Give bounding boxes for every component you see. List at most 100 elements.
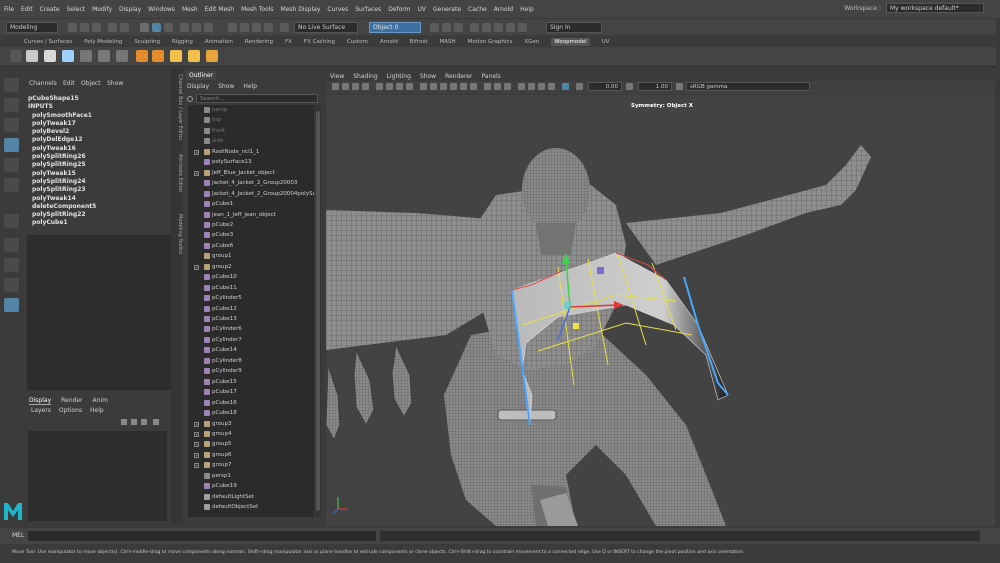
outliner-row[interactable]: pCylinder8 bbox=[188, 356, 314, 366]
snap-curve-icon[interactable] bbox=[192, 23, 201, 32]
extrude-icon[interactable] bbox=[116, 50, 128, 62]
new-layer-selected-icon[interactable] bbox=[131, 419, 137, 425]
outliner-row[interactable]: pCylinder9 bbox=[188, 366, 314, 376]
tab-attribute-editor[interactable]: Attribute Editor bbox=[171, 154, 183, 192]
paint-select-tool-icon[interactable] bbox=[4, 118, 19, 132]
shelf-tab-arnold[interactable]: Arnold bbox=[380, 39, 398, 45]
redo-icon[interactable] bbox=[120, 23, 129, 32]
menu-curves[interactable]: Curves bbox=[327, 6, 348, 13]
channel-box-node[interactable]: INPUTS bbox=[28, 103, 171, 111]
outliner-row[interactable]: pCube3 bbox=[188, 230, 314, 240]
menu-uv[interactable]: UV bbox=[418, 6, 427, 13]
light-icon[interactable] bbox=[494, 23, 503, 32]
workspace-dropdown[interactable]: My workspace default* bbox=[886, 3, 984, 13]
menu-edit[interactable]: Edit bbox=[21, 6, 33, 13]
outliner-row[interactable]: persp bbox=[188, 105, 314, 115]
gate-mask-icon[interactable] bbox=[406, 83, 413, 90]
tab-channel-box[interactable]: Channel Box / Layer Editor bbox=[171, 74, 183, 141]
channel-box-node[interactable]: polyBevel2 bbox=[28, 128, 171, 136]
sign-in-dropdown[interactable]: Sign In bbox=[546, 22, 602, 33]
outliner-title[interactable]: Outliner bbox=[186, 71, 217, 80]
outliner-row[interactable]: pCube11 bbox=[188, 283, 314, 293]
layer-down-icon[interactable] bbox=[153, 419, 159, 425]
channel-box-node[interactable]: polySplitRing22 bbox=[28, 211, 171, 219]
channel-box-node[interactable]: polyTweak15 bbox=[28, 170, 171, 178]
shelf-tab-fx-caching[interactable]: FX Caching bbox=[304, 39, 335, 45]
edit-menu[interactable]: Edit bbox=[63, 80, 75, 87]
image-plane-icon[interactable] bbox=[362, 83, 369, 90]
bookmark-icon[interactable] bbox=[352, 83, 359, 90]
channel-box-node[interactable]: deleteComponent5 bbox=[28, 203, 171, 211]
render-settings-icon[interactable] bbox=[252, 23, 261, 32]
view-transform-dropdown[interactable]: sRGB gamma bbox=[686, 82, 810, 91]
menu-modify[interactable]: Modify bbox=[92, 6, 112, 13]
lights-icon[interactable] bbox=[460, 83, 467, 90]
smooth-icon[interactable] bbox=[136, 50, 148, 62]
channel-box-node[interactable]: polyDelEdge12 bbox=[28, 136, 171, 144]
outliner-row[interactable]: pCube13 bbox=[188, 314, 314, 324]
bevel-icon[interactable] bbox=[80, 50, 92, 62]
outliner-row[interactable]: pCylinder7 bbox=[188, 335, 314, 345]
layers-menu[interactable]: Layers bbox=[31, 407, 51, 414]
wireframe-icon[interactable] bbox=[420, 83, 427, 90]
shelf-settings-icon[interactable] bbox=[10, 50, 22, 62]
anti-aliasing-icon[interactable] bbox=[504, 83, 511, 90]
object-name-field[interactable]: Object 0 bbox=[369, 22, 421, 33]
exposure-icon[interactable] bbox=[576, 83, 583, 90]
menu-help[interactable]: Help bbox=[520, 6, 534, 13]
last-tool-icon[interactable] bbox=[4, 214, 19, 228]
camera-select-icon[interactable] bbox=[332, 83, 339, 90]
outliner-row[interactable]: Jacket_4_Jacket_2_Group20004polySur bbox=[188, 189, 314, 199]
select-hierarchy-icon[interactable] bbox=[140, 23, 149, 32]
character-mesh[interactable] bbox=[326, 145, 871, 526]
cube-primitive-icon[interactable] bbox=[188, 50, 200, 62]
outliner-row[interactable]: pCube14 bbox=[188, 345, 314, 355]
outliner-row[interactable]: + RootNode_ncl1_1 bbox=[188, 147, 314, 157]
display-icon[interactable] bbox=[430, 23, 439, 32]
hypershade-icon[interactable] bbox=[264, 23, 273, 32]
outliner-row[interactable]: + group7 bbox=[188, 460, 314, 470]
shelf-tab-sculpting[interactable]: Sculpting bbox=[134, 39, 160, 45]
channel-box-node[interactable]: polySmoothFace1 bbox=[28, 112, 171, 120]
outliner-row[interactable]: pCube15 bbox=[188, 377, 314, 387]
cube-box-icon[interactable] bbox=[206, 50, 218, 62]
outliner-row[interactable]: defaultObjectSet bbox=[188, 502, 314, 512]
snap-grid-icon[interactable] bbox=[180, 23, 189, 32]
grid-toggle-icon[interactable] bbox=[376, 83, 383, 90]
gamma-field[interactable]: 1.00 bbox=[638, 82, 672, 91]
channel-box-node[interactable]: polyCube1 bbox=[28, 219, 171, 227]
expand-icon[interactable]: + bbox=[194, 149, 199, 155]
shelf-tab-rigging[interactable]: Rigging bbox=[172, 39, 193, 45]
menu-file[interactable]: File bbox=[4, 6, 14, 13]
isolate-select-icon[interactable] bbox=[518, 83, 525, 90]
render-icon[interactable] bbox=[228, 23, 237, 32]
expand-icon[interactable]: + bbox=[194, 442, 199, 448]
mode-dropdown[interactable]: Modeling bbox=[6, 22, 58, 33]
outliner-row[interactable]: jean_1_Jeff_jean_object bbox=[188, 210, 314, 220]
menu-windows[interactable]: Windows bbox=[148, 6, 175, 13]
outliner-row[interactable]: pCube2 bbox=[188, 220, 314, 230]
outliner-row[interactable]: + group6 bbox=[188, 450, 314, 460]
view-menu[interactable]: View bbox=[330, 73, 344, 80]
outliner-display-menu[interactable]: Display bbox=[187, 83, 209, 90]
menu-deform[interactable]: Deform bbox=[388, 6, 410, 13]
outliner-row[interactable]: pCube17 bbox=[188, 387, 314, 397]
four-view-icon[interactable] bbox=[4, 258, 19, 272]
channel-box-node[interactable]: polyTweak17 bbox=[28, 120, 171, 128]
outliner-row[interactable]: pCube18 bbox=[188, 408, 314, 418]
outliner-row[interactable]: pCube1 bbox=[188, 199, 314, 209]
side-by-side-icon[interactable] bbox=[4, 278, 19, 292]
camera-icon[interactable] bbox=[482, 23, 491, 32]
renderer-menu[interactable]: Renderer bbox=[445, 73, 472, 80]
lighting-menu[interactable]: Lighting bbox=[387, 73, 411, 80]
channel-box-node[interactable]: polySplitRing25 bbox=[28, 161, 171, 169]
shelf-tab-fx[interactable]: FX bbox=[285, 39, 292, 45]
magnet-icon[interactable] bbox=[280, 23, 289, 32]
tab-display[interactable]: Display bbox=[29, 397, 52, 405]
outliner-row[interactable]: side bbox=[188, 136, 314, 146]
shelf-tab-animation[interactable]: Animation bbox=[205, 39, 233, 45]
outliner-search-input[interactable]: Search... bbox=[196, 94, 318, 103]
ipr-render-icon[interactable] bbox=[240, 23, 249, 32]
menu-surfaces[interactable]: Surfaces bbox=[355, 6, 381, 13]
outliner-row[interactable]: pCube10 bbox=[188, 272, 314, 282]
